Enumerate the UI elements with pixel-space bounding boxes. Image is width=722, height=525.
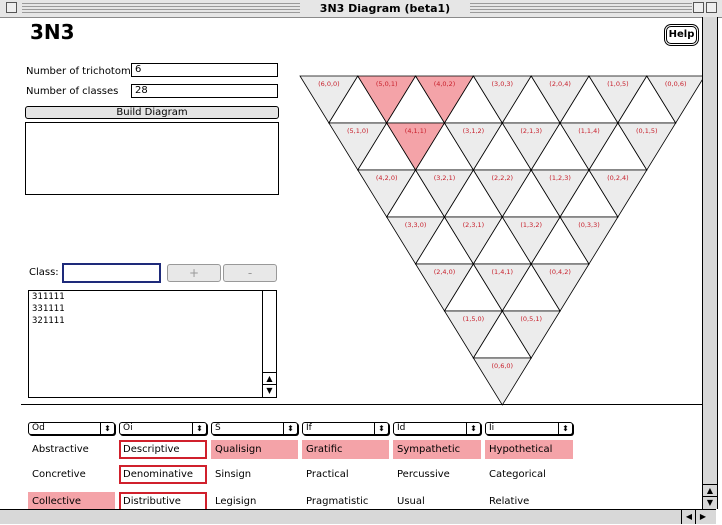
diagram-cell-label: (0,0,6) (665, 80, 687, 88)
scroll-right-arrow-icon[interactable]: ▶ (695, 510, 710, 524)
trichotomy-value-cell[interactable]: Qualisign (211, 440, 298, 459)
trichotomy-select-label: Oi (123, 423, 133, 433)
scroll-left-arrow-icon[interactable]: ◀ (681, 510, 696, 524)
select-arrows-icon: ⬍ (283, 423, 297, 434)
trichotomy-value-cell[interactable]: Hypothetical (485, 440, 573, 459)
trichotomy-value-cell[interactable]: Gratific (302, 440, 389, 459)
diagram-cell-label: (2,0,4) (549, 80, 571, 88)
diagram-cell-label: (4,1,1) (405, 127, 427, 135)
trichotomy-value-cell[interactable]: Denominative (119, 465, 207, 484)
trichotomy-value-cell[interactable]: Concretive (28, 465, 115, 484)
trichotomy-select-label: If (306, 423, 312, 433)
app-window: 3N3 Diagram (beta1) 3N3 Help Number of t… (0, 0, 722, 525)
select-arrows-icon: ⬍ (558, 423, 572, 434)
diagram-cell-label: (3,0,3) (491, 80, 513, 88)
section-divider (21, 404, 702, 405)
trichotomy-select[interactable]: S ⬍ (211, 422, 298, 435)
trichotomy-select[interactable]: Ii ⬍ (485, 422, 573, 435)
diagram-cell-label: (1,0,5) (607, 80, 629, 88)
diagram-cell-label: (3,3,0) (405, 221, 427, 229)
diagram-cell-label: (4,2,0) (376, 174, 398, 182)
diagram-cell-label: (2,3,1) (463, 221, 485, 229)
trichotomy-value-cell[interactable]: Percussive (393, 465, 481, 484)
diagram-cell-label: (1,3,2) (520, 221, 542, 229)
diagram-cell-label: (0,2,4) (607, 174, 629, 182)
select-arrows-icon: ⬍ (100, 423, 114, 434)
trichotomy-select-label: Ii (489, 423, 495, 433)
select-arrows-icon: ⬍ (374, 423, 388, 434)
trichotomy-value-cell[interactable]: Sinsign (211, 465, 298, 484)
diagram-cell-label: (5,1,0) (347, 127, 369, 135)
diagram-cell-label: (1,1,4) (578, 127, 600, 135)
trichotomy-select-label: Od (32, 423, 45, 433)
trichotomy-value-cell[interactable]: Descriptive (119, 440, 207, 459)
trichotomy-select[interactable]: Id ⬍ (393, 422, 481, 435)
diagram-cell-label: (0,6,0) (491, 362, 513, 370)
trichotomy-select-label: S (215, 423, 221, 433)
diagram-cell-label: (0,5,1) (520, 315, 542, 323)
diagram-cell-label: (3,1,2) (463, 127, 485, 135)
diagram-cell-label: (1,4,1) (491, 268, 513, 276)
diagram-cell-label: (4,0,2) (434, 80, 456, 88)
diagram-cell-label: (0,4,2) (549, 268, 571, 276)
select-arrows-icon: ⬍ (192, 423, 206, 434)
trichotomy-value-cell[interactable]: Practical (302, 465, 389, 484)
trichotomy-select[interactable]: Od ⬍ (28, 422, 115, 435)
diagram-cell-label: (2,4,0) (434, 268, 456, 276)
window-vertical-scrollbar[interactable]: ▲ ▼ (702, 17, 718, 509)
select-arrows-icon: ⬍ (466, 423, 480, 434)
diagram-cell-label: (2,1,3) (520, 127, 542, 135)
trichotomy-value-cell[interactable]: Sympathetic (393, 440, 481, 459)
diagram-cell-label: (0,3,3) (578, 221, 600, 229)
window-horizontal-scrollbar[interactable]: ◀ ▶ (0, 509, 716, 524)
diagram-cell-label: (6,0,0) (318, 80, 340, 88)
trichotomy-select[interactable]: Oi ⬍ (119, 422, 207, 435)
diagram-cell-label: (3,2,1) (434, 174, 456, 182)
diagram-cell-label: (2,2,2) (491, 174, 513, 182)
trichotomy-value-cell[interactable]: Abstractive (28, 440, 115, 459)
trichotomy-select-label: Id (397, 423, 406, 433)
scroll-down-arrow-icon[interactable]: ▼ (703, 496, 717, 509)
diagram-cell-label: (0,1,5) (636, 127, 658, 135)
diagram-cell-label: (1,5,0) (463, 315, 485, 323)
diagram-cell-label: (5,0,1) (376, 80, 398, 88)
diagram-cell-label: (1,2,3) (549, 174, 571, 182)
trichotomy-value-cell[interactable]: Categorical (485, 465, 573, 484)
trichotomy-select[interactable]: If ⬍ (302, 422, 389, 435)
